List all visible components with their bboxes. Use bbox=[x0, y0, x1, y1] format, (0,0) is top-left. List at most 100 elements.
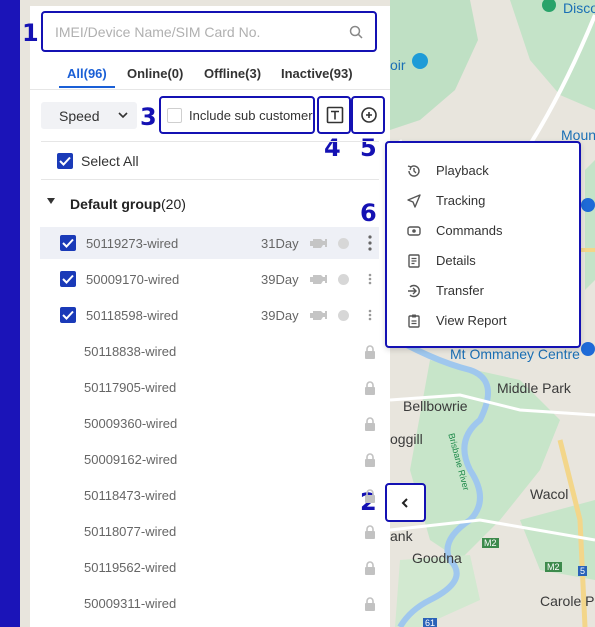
include-sub-customer-label: Include sub customer bbox=[189, 108, 313, 123]
menu-item-playback[interactable]: Playback bbox=[387, 156, 579, 186]
tab-online[interactable]: Online(0) bbox=[127, 66, 183, 81]
map-label-bellbowrie: Bellbowrie bbox=[403, 398, 468, 414]
add-device-button[interactable] bbox=[351, 96, 385, 134]
map-label-oggill: oggill bbox=[390, 431, 423, 447]
device-name[interactable]: 50119562-wired bbox=[84, 560, 176, 575]
more-options-icon[interactable] bbox=[368, 273, 372, 285]
lock-icon bbox=[365, 597, 375, 611]
sort-select[interactable]: Speed bbox=[41, 102, 137, 129]
group-count: (20) bbox=[161, 196, 186, 212]
add-circle-icon bbox=[361, 107, 377, 123]
device-name[interactable]: 50009162-wired bbox=[84, 452, 177, 467]
device-days: 31Day bbox=[261, 236, 299, 251]
device-name[interactable]: 50118598-wired bbox=[86, 308, 178, 323]
map-label-ank: ank bbox=[390, 528, 413, 544]
menu-item-commands[interactable]: Commands bbox=[387, 216, 579, 246]
device-name[interactable]: 50117905-wired bbox=[84, 380, 176, 395]
include-sub-customer-checkbox[interactable] bbox=[167, 108, 182, 123]
device-name[interactable]: 50118077-wired bbox=[84, 524, 176, 539]
menu-item-tracking[interactable]: Tracking bbox=[387, 186, 579, 216]
lock-icon bbox=[365, 345, 375, 359]
more-options-icon[interactable] bbox=[368, 309, 372, 321]
status-dot bbox=[338, 274, 349, 285]
chevron-down-icon bbox=[118, 112, 128, 119]
select-all-checkbox[interactable] bbox=[57, 153, 73, 169]
map-label-middle-park: Middle Park bbox=[497, 380, 571, 396]
chevron-left-icon bbox=[401, 498, 408, 508]
annotation-3: 3 bbox=[140, 103, 157, 131]
commands-icon bbox=[407, 226, 421, 236]
menu-item-details[interactable]: Details bbox=[387, 246, 579, 276]
engine-icon bbox=[310, 275, 327, 284]
details-icon bbox=[408, 254, 420, 268]
menu-item-label: Details bbox=[436, 253, 476, 268]
tab-all[interactable]: All(96) bbox=[67, 66, 107, 81]
text-box-icon bbox=[326, 106, 344, 124]
lock-icon bbox=[365, 381, 375, 395]
search-icon[interactable] bbox=[349, 25, 363, 39]
transfer-icon bbox=[408, 284, 420, 298]
device-name[interactable]: 50118838-wired bbox=[84, 344, 176, 359]
status-dot bbox=[338, 238, 349, 249]
device-search-input[interactable] bbox=[55, 22, 335, 42]
tracking-icon bbox=[407, 194, 421, 208]
status-dot bbox=[338, 310, 349, 321]
map-label-disco: Disco bbox=[563, 0, 595, 16]
device-name[interactable]: 50118473-wired bbox=[84, 488, 176, 503]
group-name: Default group bbox=[70, 196, 161, 212]
annotation-6: 6 bbox=[360, 199, 377, 227]
filter-divider bbox=[41, 141, 379, 142]
lock-icon bbox=[365, 561, 375, 575]
left-navigation-rail bbox=[0, 0, 20, 627]
menu-item-transfer[interactable]: Transfer bbox=[387, 276, 579, 306]
device-checkbox[interactable] bbox=[60, 235, 76, 251]
device-checkbox[interactable] bbox=[60, 271, 76, 287]
device-name[interactable]: 50119273-wired bbox=[86, 236, 178, 251]
menu-item-label: Commands bbox=[436, 223, 503, 238]
include-sub-customer-option[interactable]: Include sub customer bbox=[159, 96, 315, 134]
collapse-panel-button[interactable] bbox=[385, 483, 426, 522]
more-options-icon[interactable] bbox=[368, 235, 372, 251]
view-report-icon bbox=[408, 314, 420, 328]
engine-icon bbox=[310, 311, 327, 320]
text-tool-button[interactable] bbox=[317, 96, 351, 134]
lock-icon bbox=[365, 525, 375, 539]
device-days: 39Day bbox=[261, 308, 299, 323]
map-label-oir: oir bbox=[390, 57, 406, 73]
tabs-divider bbox=[30, 89, 390, 90]
menu-item-view-report[interactable]: View Report bbox=[387, 306, 579, 336]
checkmark-icon bbox=[62, 310, 74, 320]
active-tab-indicator bbox=[59, 86, 115, 88]
sort-select-value: Speed bbox=[59, 108, 100, 124]
device-context-menu: Playback Tracking Commands Details Trans… bbox=[385, 141, 581, 348]
map-label-goodna: Goodna bbox=[412, 550, 462, 566]
annotation-4: 4 bbox=[324, 134, 341, 162]
device-days: 39Day bbox=[261, 272, 299, 287]
engine-icon bbox=[310, 239, 327, 248]
menu-item-label: Playback bbox=[436, 163, 489, 178]
menu-item-label: Transfer bbox=[436, 283, 484, 298]
annotation-1: 1 bbox=[22, 19, 39, 47]
map-road-shield-m2: M2 bbox=[482, 538, 499, 548]
menu-item-label: Tracking bbox=[436, 193, 486, 208]
group-collapse-caret-icon[interactable] bbox=[47, 198, 55, 204]
device-checkbox[interactable] bbox=[60, 307, 76, 323]
map-road-shield-m2-b: M2 bbox=[545, 562, 562, 572]
device-name[interactable]: 50009360-wired bbox=[84, 416, 177, 431]
lock-icon bbox=[365, 489, 375, 503]
playback-icon bbox=[407, 165, 420, 177]
lock-icon bbox=[365, 453, 375, 467]
lock-icon bbox=[365, 417, 375, 431]
map-road-shield-5: 5 bbox=[578, 566, 588, 576]
map-label-wacol: Wacol bbox=[530, 486, 569, 502]
tab-offline[interactable]: Offline(3) bbox=[204, 66, 261, 81]
checkmark-icon bbox=[59, 156, 71, 166]
tab-inactive[interactable]: Inactive(93) bbox=[281, 66, 353, 81]
group-header[interactable]: Default group(20) bbox=[70, 196, 186, 212]
device-name[interactable]: 50009311-wired bbox=[84, 596, 176, 611]
select-all-divider bbox=[41, 179, 379, 180]
device-name[interactable]: 50009170-wired bbox=[86, 272, 179, 287]
map-label-carole-park: Carole Pa bbox=[540, 593, 595, 609]
menu-item-label: View Report bbox=[436, 313, 507, 328]
device-search-box bbox=[41, 11, 377, 52]
